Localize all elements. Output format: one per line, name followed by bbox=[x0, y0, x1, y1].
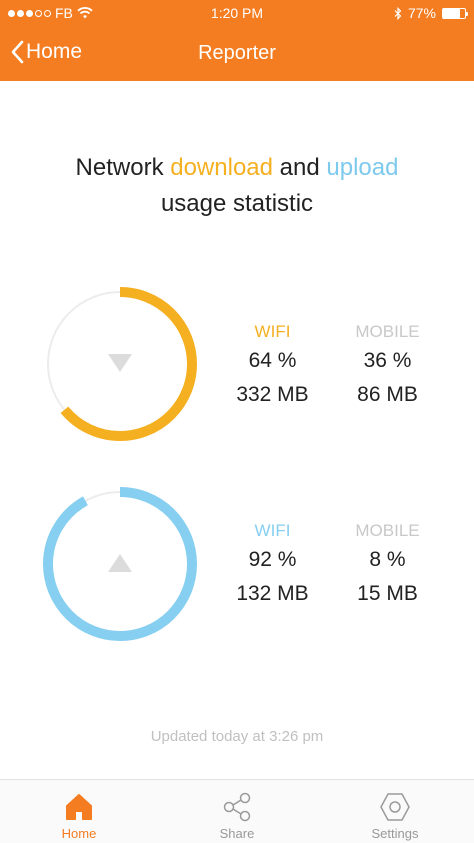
download-mobile-mb: 86 MB bbox=[357, 383, 418, 406]
app-header: FB 1:20 PM 77% Home Reporter bbox=[0, 0, 474, 81]
upload-wifi-percent: 92 % bbox=[248, 548, 297, 571]
share-icon bbox=[223, 792, 251, 822]
battery-fill bbox=[443, 8, 460, 18]
upload-wifi-mb: 132 MB bbox=[236, 582, 309, 605]
tab-bar: Home Share Settings bbox=[0, 779, 474, 843]
download-arrow-icon bbox=[108, 354, 132, 372]
download-mobile-percent: 36 % bbox=[363, 349, 412, 372]
settings-icon bbox=[380, 793, 410, 821]
headline: Network download and upload usage statis… bbox=[0, 150, 474, 222]
upload-wifi-label: WIFI bbox=[254, 521, 291, 540]
tab-home-label: Home bbox=[61, 826, 97, 841]
download-ring bbox=[40, 284, 200, 444]
headline-line1: Network download and upload bbox=[0, 150, 474, 186]
battery-icon bbox=[442, 7, 468, 19]
home-icon bbox=[66, 794, 92, 820]
tab-settings-label: Settings bbox=[371, 826, 419, 841]
download-wifi-label: WIFI bbox=[254, 322, 291, 341]
headline-download: download bbox=[170, 154, 273, 181]
tab-share[interactable]: Share bbox=[158, 780, 316, 843]
tab-home[interactable]: Home bbox=[0, 780, 158, 843]
nav-bar: Home Reporter bbox=[0, 32, 474, 76]
bluetooth-icon bbox=[394, 6, 402, 20]
upload-ring bbox=[40, 484, 200, 644]
upload-mobile-label: MOBILE bbox=[355, 521, 420, 540]
upload-mobile-column: MOBILE 8 % 15 MB bbox=[330, 519, 445, 611]
headline-text: and bbox=[272, 154, 327, 181]
status-right: 77% bbox=[394, 5, 468, 21]
updated-timestamp: Updated today at 3:26 pm bbox=[150, 728, 324, 745]
upload-wifi-column: WIFI 92 % 132 MB bbox=[215, 519, 330, 611]
tab-share-label: Share bbox=[219, 826, 255, 841]
battery-percent: 77% bbox=[407, 5, 436, 21]
headline-upload: upload bbox=[326, 154, 399, 181]
upload-arrow-icon bbox=[108, 554, 132, 572]
upload-mobile-percent: 8 % bbox=[369, 548, 406, 571]
download-wifi-column: WIFI 64 % 332 MB bbox=[215, 320, 330, 412]
tab-settings[interactable]: Settings bbox=[316, 780, 474, 843]
download-wifi-percent: 64 % bbox=[248, 349, 297, 372]
headline-text: Network bbox=[75, 154, 171, 181]
download-mobile-label: MOBILE bbox=[355, 322, 420, 341]
download-mobile-column: MOBILE 36 % 86 MB bbox=[330, 320, 445, 412]
status-bar: FB 1:20 PM 77% bbox=[0, 0, 474, 28]
download-wifi-mb: 332 MB bbox=[236, 383, 309, 406]
upload-mobile-mb: 15 MB bbox=[357, 582, 418, 605]
page-title: Reporter bbox=[198, 42, 276, 64]
headline-line2: usage statistic bbox=[160, 190, 314, 217]
